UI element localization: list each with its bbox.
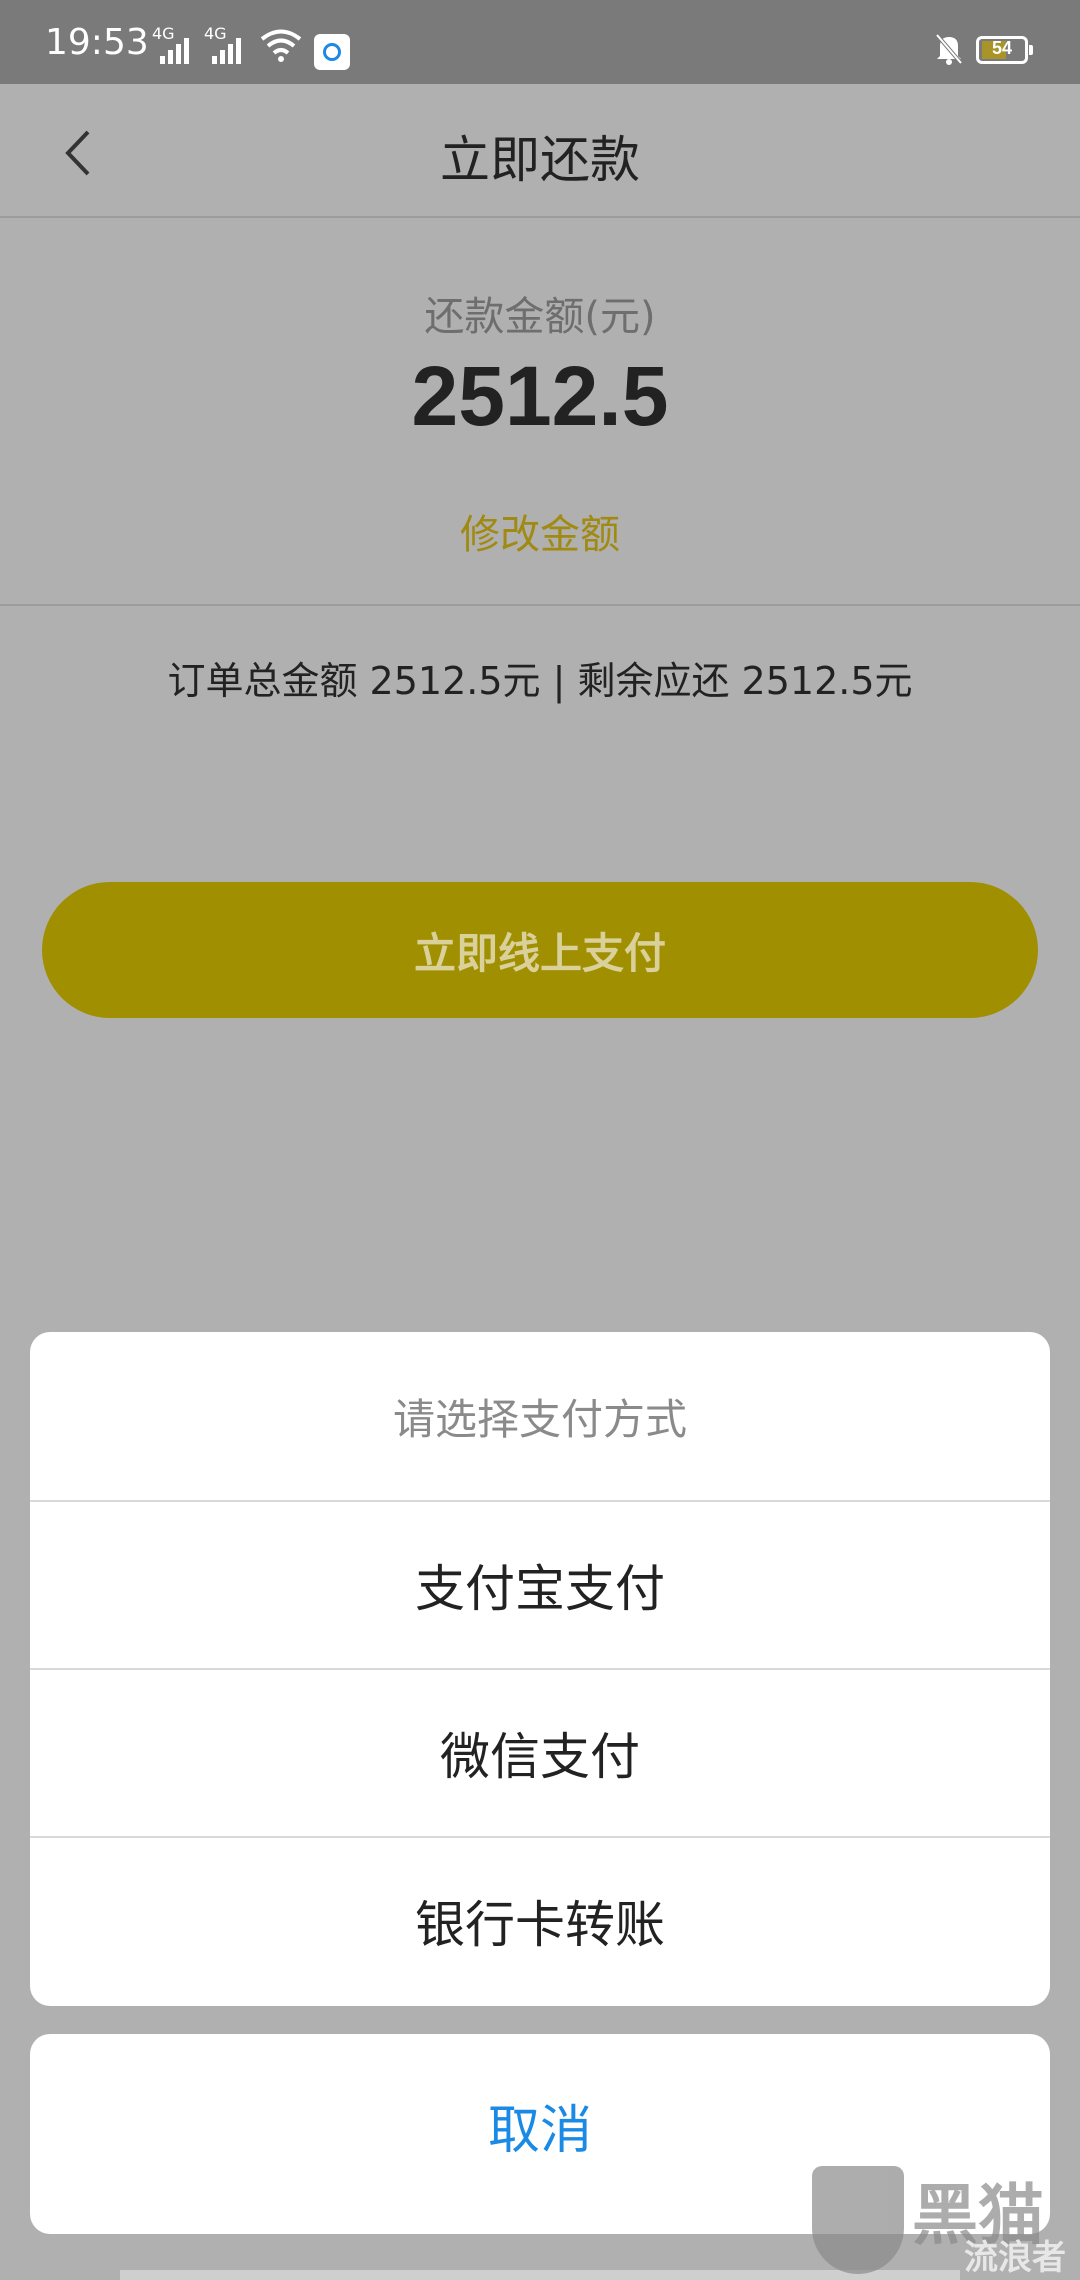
- option-alipay[interactable]: 支付宝支付: [30, 1502, 1050, 1670]
- repayment-amount-section: 还款金额(元) 2512.5 修改金额: [0, 218, 1080, 606]
- option-wechat-pay[interactable]: 微信支付: [30, 1670, 1050, 1838]
- wifi-icon: [260, 29, 302, 62]
- bell-muted-icon: [935, 33, 963, 65]
- watermark-text-secondary: 流浪者: [964, 2238, 1066, 2278]
- nav-bar: 立即还款: [0, 84, 1080, 218]
- cat-shield-icon: [812, 2166, 904, 2274]
- modify-amount-link[interactable]: 修改金额: [0, 502, 1080, 560]
- sheet-title: 请选择支付方式: [30, 1332, 1050, 1502]
- watermark-logo: 黑猫 流浪者: [808, 2158, 1080, 2280]
- app-notification-icon: [314, 34, 350, 70]
- amount-label: 还款金额(元): [424, 294, 656, 340]
- payment-method-sheet: 请选择支付方式 支付宝支付 微信支付 银行卡转账: [30, 1332, 1050, 2006]
- status-time: 19:53: [45, 22, 149, 63]
- status-bar: 19:53 4G 4G 54: [0, 0, 1080, 84]
- amount-value: 2512.5: [411, 349, 669, 443]
- page-title: 立即还款: [440, 131, 640, 189]
- option-bank-transfer[interactable]: 银行卡转账: [30, 1838, 1050, 2004]
- order-summary: 订单总金额 2512.5元 | 剩余应还 2512.5元: [167, 659, 913, 703]
- battery-icon: 54: [976, 36, 1033, 64]
- pay-online-button[interactable]: 立即线上支付: [42, 882, 1038, 1018]
- battery-level: 54: [991, 38, 1013, 58]
